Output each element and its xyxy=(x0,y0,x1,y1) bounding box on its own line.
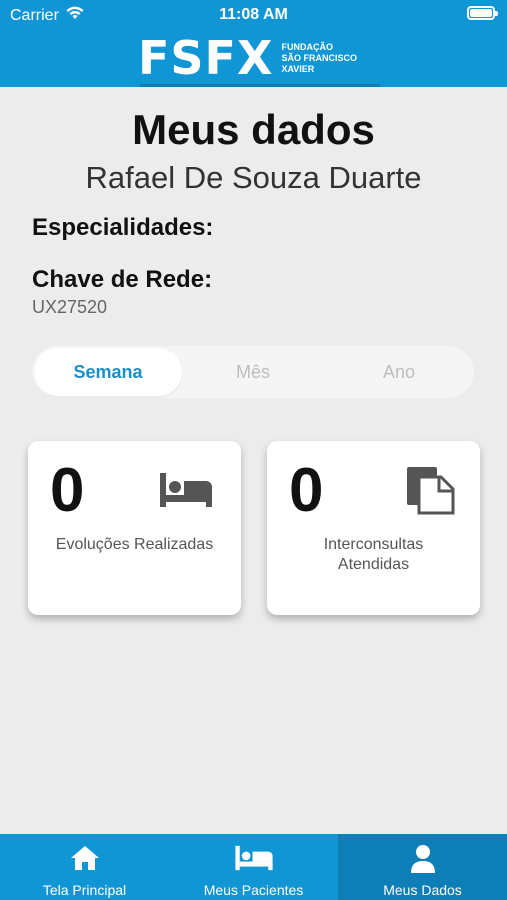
specialties-label: Especialidades: xyxy=(32,214,214,241)
tab-label: Meus Pacientes xyxy=(203,882,304,898)
bed-icon xyxy=(169,844,338,874)
home-icon xyxy=(0,844,169,874)
fsfx-logo: FSFX FUNDAÇÃO SÃO FRANCISCO XAVIER xyxy=(138,31,378,85)
bottom-tab-bar: Tela Principal Meus Pacientes Meus Dados xyxy=(0,834,507,900)
logo-mark: FSFX xyxy=(138,31,274,85)
status-bar: Carrier 11:08 AM xyxy=(0,0,507,30)
tab-mes[interactable]: Mês xyxy=(180,346,326,398)
logo-sub-line: SÃO FRANCISCO xyxy=(281,52,357,63)
user-name: Rafael De Souza Duarte xyxy=(85,160,422,195)
page-title: Meus dados xyxy=(132,106,375,153)
tab-meus-dados[interactable]: Meus Dados xyxy=(338,834,507,900)
caption-line: Interconsultas xyxy=(323,536,424,553)
evolutions-caption: Evoluções Realizadas xyxy=(55,536,214,553)
documents-icon xyxy=(405,465,455,520)
logo-underline xyxy=(140,84,380,87)
interconsultations-caption: Interconsultas Atendidas xyxy=(267,535,480,575)
network-key-label: Chave de Rede: xyxy=(32,266,213,293)
tab-tela-principal[interactable]: Tela Principal xyxy=(0,834,169,900)
network-key-value: UX27520 xyxy=(32,297,108,317)
logo-subtitle: FUNDAÇÃO SÃO FRANCISCO XAVIER xyxy=(281,42,357,75)
user-icon xyxy=(338,844,507,874)
battery-icon xyxy=(467,6,498,20)
tab-semana[interactable]: Semana xyxy=(34,348,182,396)
period-selector: Semana Mês Ano xyxy=(32,346,474,398)
tab-label: Tela Principal xyxy=(42,882,127,898)
tab-ano[interactable]: Ano xyxy=(326,346,472,398)
tab-label: Meus Dados xyxy=(383,882,462,898)
caption-line: Atendidas xyxy=(337,556,410,573)
app-header: Carrier 11:08 AM FSFX FUNDAÇÃO SÃO FRANC… xyxy=(0,0,507,87)
bed-icon xyxy=(158,471,214,514)
interconsultations-card[interactable]: 0 Interconsultas Atendidas xyxy=(267,441,480,615)
interconsultations-count: 0 xyxy=(289,456,324,525)
evolutions-count: 0 xyxy=(50,456,85,525)
logo-sub-line: FUNDAÇÃO xyxy=(281,41,333,52)
tab-meus-pacientes[interactable]: Meus Pacientes xyxy=(169,834,338,900)
logo-sub-line: XAVIER xyxy=(281,63,315,74)
clock: 11:08 AM xyxy=(219,6,288,23)
evolutions-card[interactable]: 0 Evoluções Realizadas xyxy=(28,441,241,615)
